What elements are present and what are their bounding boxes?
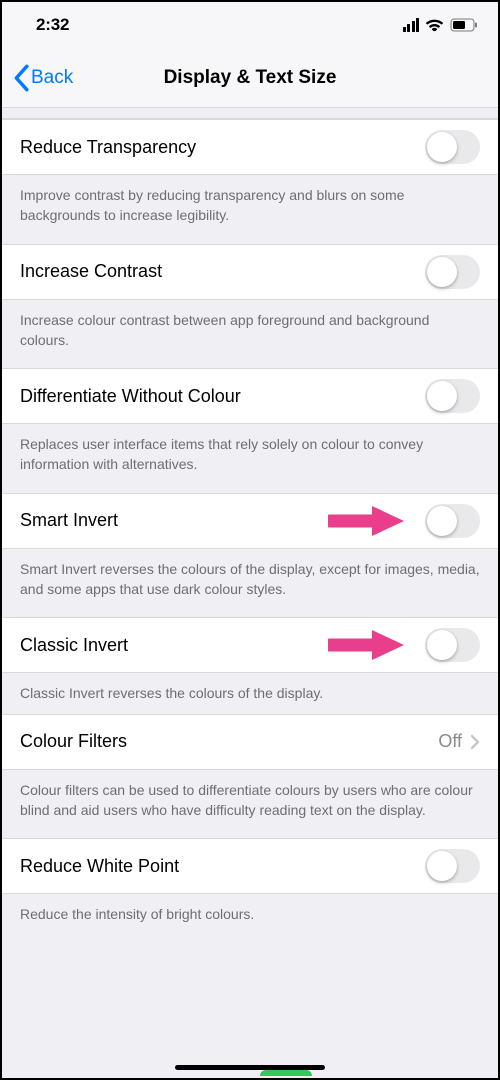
row-label: Colour Filters bbox=[20, 731, 438, 752]
row-label: Classic Invert bbox=[20, 635, 425, 656]
toggle-reduce-transparency[interactable] bbox=[425, 130, 480, 164]
status-bar: 2:32 bbox=[2, 2, 498, 48]
partial-toggle-peek bbox=[260, 1070, 312, 1076]
toggle-smart-invert[interactable] bbox=[425, 504, 480, 538]
back-label: Back bbox=[31, 67, 73, 89]
toggle-increase-contrast[interactable] bbox=[425, 255, 480, 289]
home-indicator bbox=[175, 1065, 325, 1070]
row-footer: Replaces user interface items that rely … bbox=[2, 424, 498, 493]
page-title: Display & Text Size bbox=[2, 67, 498, 89]
row-footer: Reduce the intensity of bright colours. bbox=[2, 894, 498, 934]
row-label: Increase Contrast bbox=[20, 261, 425, 282]
row-reduce-white-point[interactable]: Reduce White Point bbox=[2, 838, 498, 894]
row-differentiate-without-colour[interactable]: Differentiate Without Colour bbox=[2, 368, 498, 424]
row-increase-contrast[interactable]: Increase Contrast bbox=[2, 244, 498, 300]
row-footer: Colour filters can be used to differenti… bbox=[2, 770, 498, 839]
row-reduce-transparency[interactable]: Reduce Transparency bbox=[2, 119, 498, 175]
chevron-left-icon bbox=[12, 64, 30, 92]
battery-icon bbox=[450, 18, 478, 32]
row-footer: Classic Invert reverses the colours of t… bbox=[2, 673, 498, 713]
row-smart-invert[interactable]: Smart Invert bbox=[2, 493, 498, 549]
status-time: 2:32 bbox=[36, 15, 69, 35]
row-label: Reduce Transparency bbox=[20, 137, 425, 158]
toggle-differentiate-without-colour[interactable] bbox=[425, 379, 480, 413]
status-icons bbox=[403, 18, 479, 32]
wifi-icon bbox=[425, 18, 444, 32]
toggle-classic-invert[interactable] bbox=[425, 628, 480, 662]
row-colour-filters[interactable]: Colour Filters Off bbox=[2, 714, 498, 770]
row-label: Differentiate Without Colour bbox=[20, 386, 425, 407]
settings-list: Reduce Transparency Improve contrast by … bbox=[2, 108, 498, 1078]
row-footer: Increase colour contrast between app for… bbox=[2, 300, 498, 369]
toggle-reduce-white-point[interactable] bbox=[425, 849, 480, 883]
back-button[interactable]: Back bbox=[2, 64, 73, 92]
row-footer: Smart Invert reverses the colours of the… bbox=[2, 549, 498, 618]
chevron-right-icon bbox=[470, 734, 480, 750]
row-label: Smart Invert bbox=[20, 510, 425, 531]
cell-signal-icon bbox=[403, 18, 420, 32]
nav-bar: Back Display & Text Size bbox=[2, 48, 498, 108]
row-footer: Improve contrast by reducing transparenc… bbox=[2, 175, 498, 244]
row-value: Off bbox=[438, 731, 462, 752]
row-classic-invert[interactable]: Classic Invert bbox=[2, 617, 498, 673]
row-label: Reduce White Point bbox=[20, 856, 425, 877]
